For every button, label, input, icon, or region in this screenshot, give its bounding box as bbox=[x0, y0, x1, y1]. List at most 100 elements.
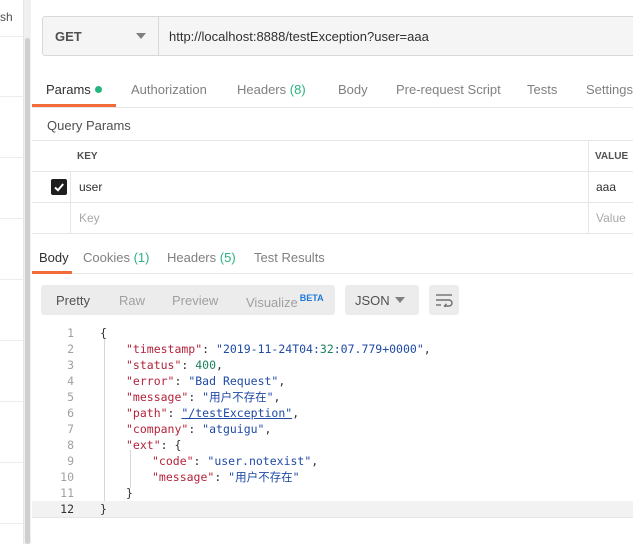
response-tab-test-results[interactable]: Test Results bbox=[254, 250, 325, 265]
sidebar-divider bbox=[0, 36, 24, 37]
line-number: 5 bbox=[67, 390, 74, 404]
view-pretty-button[interactable]: Pretty bbox=[56, 293, 90, 308]
code-text: "message": "用户不存在", bbox=[126, 390, 281, 404]
visualize-label: Visualize bbox=[246, 295, 298, 310]
code-line: 4 "error": "Bad Request", bbox=[32, 373, 633, 389]
column-divider bbox=[588, 172, 589, 202]
code-line: 6 "path": "/testException", bbox=[32, 405, 633, 421]
code-line: 8 "ext": { bbox=[32, 437, 633, 453]
column-divider bbox=[70, 172, 71, 202]
tab-label: Headers bbox=[237, 82, 287, 97]
tab-body[interactable]: Body bbox=[338, 82, 368, 97]
active-response-tab-indicator bbox=[32, 271, 72, 274]
line-number: 8 bbox=[67, 438, 74, 452]
param-checkbox[interactable] bbox=[51, 172, 67, 202]
url-bar: GET http://localhost:8888/testException?… bbox=[42, 16, 633, 56]
wrap-lines-button[interactable] bbox=[429, 285, 459, 315]
code-line: 5 "message": "用户不存在", bbox=[32, 389, 633, 405]
method-label: GET bbox=[55, 28, 82, 44]
code-text: { bbox=[100, 326, 107, 340]
code-line: 3 "status": 400, bbox=[32, 357, 633, 373]
line-number: 7 bbox=[67, 422, 74, 436]
column-divider bbox=[70, 203, 71, 233]
line-number: 9 bbox=[67, 454, 74, 468]
view-raw-button[interactable]: Raw bbox=[119, 293, 145, 308]
code-text: "ext": { bbox=[126, 438, 182, 452]
tab-headers[interactable]: Headers (8) bbox=[237, 82, 306, 97]
sidebar-divider bbox=[0, 523, 24, 524]
collections-sidebar: sh bbox=[0, 0, 24, 544]
tab-label: Cookies bbox=[83, 250, 130, 265]
code-line: 9 "code": "user.notexist", bbox=[32, 453, 633, 469]
format-select[interactable]: JSON bbox=[345, 285, 419, 315]
line-number: 10 bbox=[60, 470, 74, 484]
param-key-field[interactable]: user bbox=[79, 172, 102, 202]
response-tab-cookies[interactable]: Cookies (1) bbox=[83, 250, 149, 265]
url-input[interactable]: http://localhost:8888/testException?user… bbox=[159, 17, 633, 55]
line-number: 2 bbox=[67, 342, 74, 356]
code-text: "message": "用户不存在" bbox=[152, 470, 300, 484]
tab-label: Test Results bbox=[254, 250, 325, 265]
line-number: 12 bbox=[60, 502, 74, 516]
tab-label: Authorization bbox=[131, 82, 207, 97]
code-text: "company": "atguigu", bbox=[126, 422, 272, 436]
tab-count: (1) bbox=[133, 250, 150, 265]
tab-authorization[interactable]: Authorization bbox=[131, 82, 207, 97]
wrap-lines-icon bbox=[436, 294, 453, 307]
new-value-input[interactable]: Value bbox=[596, 203, 626, 233]
tab-params[interactable]: Params bbox=[46, 82, 102, 97]
tab-pre-request-script[interactable]: Pre-request Script bbox=[396, 82, 501, 97]
tab-label: Pre-request Script bbox=[396, 82, 501, 97]
tab-label: Body bbox=[338, 82, 368, 97]
tab-label: Tests bbox=[527, 82, 558, 97]
format-label: JSON bbox=[355, 292, 390, 308]
new-key-input[interactable]: Key bbox=[79, 203, 100, 233]
code-text: } bbox=[126, 486, 133, 500]
sidebar-divider bbox=[0, 462, 24, 463]
table-header-row: KEY VALUE bbox=[32, 141, 633, 172]
request-tabs: Params Authorization Headers (8) Body Pr… bbox=[32, 70, 633, 108]
tab-tests[interactable]: Tests bbox=[527, 82, 557, 97]
code-text: "code": "user.notexist", bbox=[152, 454, 319, 468]
code-text: } bbox=[100, 502, 107, 516]
sidebar-divider bbox=[0, 96, 24, 97]
sidebar-divider bbox=[0, 401, 24, 402]
chevron-down-icon bbox=[395, 297, 405, 303]
request-editor: GET http://localhost:8888/testException?… bbox=[32, 0, 633, 544]
code-text: "path": "/testException", bbox=[126, 406, 300, 420]
beta-badge: BETA bbox=[299, 293, 324, 303]
tab-count: (8) bbox=[289, 82, 306, 97]
response-tabs: Body Cookies (1) Headers (5) Test Result… bbox=[32, 240, 633, 274]
method-select[interactable]: GET bbox=[43, 17, 159, 55]
table-row: user aaa bbox=[32, 172, 633, 203]
code-line-current: 12} bbox=[32, 501, 633, 517]
sidebar-divider bbox=[0, 218, 24, 219]
code-text: "error": "Bad Request", bbox=[126, 374, 286, 388]
response-body-editor[interactable]: 1{ 2 "timestamp": "2019-11-24T04:32:07.77… bbox=[32, 324, 633, 518]
response-tab-headers[interactable]: Headers (5) bbox=[167, 250, 236, 265]
line-number: 11 bbox=[60, 486, 74, 500]
code-line: 10 "message": "用户不存在" bbox=[32, 469, 633, 485]
sidebar-divider bbox=[0, 157, 24, 158]
response-tab-body[interactable]: Body bbox=[39, 250, 69, 265]
param-value-field[interactable]: aaa bbox=[596, 172, 616, 202]
code-line: 1{ bbox=[32, 325, 633, 341]
code-text: "status": 400, bbox=[126, 358, 223, 372]
line-number: 4 bbox=[67, 374, 74, 388]
sidebar-scrollbar-thumb[interactable] bbox=[25, 38, 30, 544]
active-tab-indicator bbox=[32, 104, 116, 107]
chevron-down-icon bbox=[136, 33, 146, 39]
tab-label: Settings bbox=[586, 82, 633, 97]
view-mode-selector: Pretty Raw Preview Visualize BETA bbox=[41, 285, 335, 315]
code-line: 7 "company": "atguigu", bbox=[32, 421, 633, 437]
view-preview-button[interactable]: Preview bbox=[172, 293, 218, 308]
tab-label: Params bbox=[46, 82, 91, 97]
checkmark-icon bbox=[51, 179, 67, 195]
line-number: 3 bbox=[67, 358, 74, 372]
code-text: "timestamp": "2019-11-24T04:32:07.779+00… bbox=[126, 342, 431, 356]
table-row-empty: Key Value bbox=[32, 203, 633, 234]
tab-settings[interactable]: Settings bbox=[586, 82, 633, 97]
view-visualize-button[interactable]: Visualize BETA bbox=[246, 293, 324, 310]
tab-count: (5) bbox=[219, 250, 236, 265]
sidebar-truncated-label: sh bbox=[0, 10, 13, 24]
